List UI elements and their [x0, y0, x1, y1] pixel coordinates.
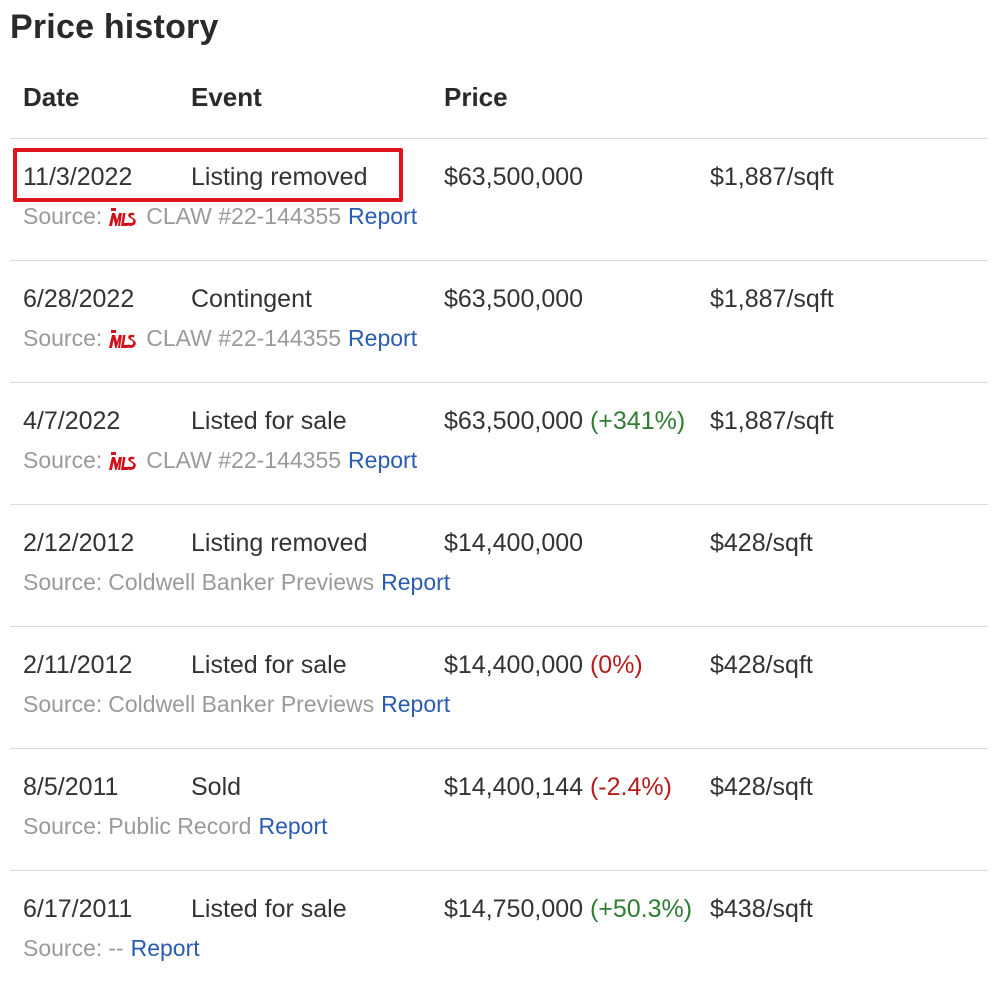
- source-name: Public Record: [108, 813, 252, 839]
- source-prefix: Source:: [23, 813, 103, 839]
- table-row: 2/11/2012 Listed for sale $14,400,000 (0…: [10, 627, 988, 749]
- source-prefix: Source:: [23, 203, 103, 229]
- report-link[interactable]: Report: [381, 569, 450, 596]
- source-prefix: Source:: [23, 935, 103, 961]
- report-link[interactable]: Report: [381, 691, 450, 718]
- row-price-value: $14,750,000: [444, 895, 584, 923]
- row-source: Source: CLAW #22-144355 Report: [23, 325, 417, 352]
- page-title: Price history: [10, 8, 219, 46]
- mls-icon: [108, 206, 137, 228]
- row-price: $14,400,000: [444, 529, 583, 558]
- row-price-change: (0%): [583, 651, 643, 679]
- row-date: 6/17/2011: [23, 895, 133, 923]
- report-link[interactable]: Report: [131, 935, 200, 962]
- source-name: Coldwell Banker Previews: [108, 691, 375, 717]
- row-price-per-sqft: $1,887/sqft: [710, 285, 834, 313]
- row-price-per-sqft: $428/sqft: [710, 773, 813, 801]
- header-event: Event: [191, 82, 262, 112]
- row-price-change: (+50.3%): [583, 895, 693, 923]
- row-source: Source: Coldwell Banker Previews Report: [23, 569, 450, 596]
- row-date: 2/12/2012: [23, 529, 135, 557]
- mls-icon: [108, 328, 137, 350]
- source-name: CLAW #22-144355: [146, 325, 342, 351]
- row-date: 4/7/2022: [23, 407, 121, 435]
- source-prefix: Source:: [23, 691, 103, 717]
- row-price: $63,500,000: [444, 285, 583, 314]
- header-price: Price: [444, 82, 508, 112]
- row-price-value: $63,500,000: [444, 407, 584, 435]
- row-price-value: $14,400,000: [444, 529, 584, 557]
- row-event: Listed for sale: [191, 895, 347, 923]
- table-row: 6/17/2011 Listed for sale $14,750,000 (+…: [10, 871, 988, 981]
- report-link[interactable]: Report: [348, 325, 417, 352]
- row-price-per-sqft: $1,887/sqft: [710, 163, 834, 191]
- row-event: Listed for sale: [191, 651, 347, 679]
- mls-icon: [108, 450, 137, 472]
- row-source: Source: Public Record Report: [23, 813, 328, 840]
- row-price-change: (+341%): [583, 407, 686, 435]
- row-price-value: $63,500,000: [444, 163, 584, 191]
- row-price: $14,750,000 (+50.3%): [444, 895, 692, 924]
- row-price-change: (-2.4%): [583, 773, 672, 801]
- table-body: 11/3/2022 Listing removed $63,500,000 $1…: [10, 139, 988, 981]
- row-price: $63,500,000: [444, 163, 583, 192]
- source-name: CLAW #22-144355: [146, 203, 342, 229]
- row-price-value: $63,500,000: [444, 285, 584, 313]
- price-history-table: Date Event Price 11/3/2022 Listing remov…: [10, 62, 988, 981]
- table-row: 8/5/2011 Sold $14,400,144 (-2.4%) $428/s…: [10, 749, 988, 871]
- report-link[interactable]: Report: [348, 447, 417, 474]
- row-price: $14,400,144 (-2.4%): [444, 773, 672, 802]
- source-prefix: Source:: [23, 325, 103, 351]
- row-price: $14,400,000 (0%): [444, 651, 643, 680]
- row-date: 11/3/2022: [23, 163, 133, 191]
- row-source: Source: Coldwell Banker Previews Report: [23, 691, 450, 718]
- row-event: Sold: [191, 773, 242, 801]
- row-price-value: $14,400,144: [444, 773, 584, 801]
- row-price-per-sqft: $438/sqft: [710, 895, 813, 923]
- source-prefix: Source:: [23, 569, 103, 595]
- row-source: Source: CLAW #22-144355 Report: [23, 203, 417, 230]
- source-name: --: [108, 935, 124, 961]
- row-source: Source: -- Report: [23, 935, 200, 962]
- row-price: $63,500,000 (+341%): [444, 407, 685, 436]
- row-event: Listing removed: [191, 163, 368, 191]
- source-name: Coldwell Banker Previews: [108, 569, 375, 595]
- row-event: Contingent: [191, 285, 312, 313]
- table-row: 11/3/2022 Listing removed $63,500,000 $1…: [10, 139, 988, 261]
- row-price-value: $14,400,000: [444, 651, 584, 679]
- row-date: 8/5/2011: [23, 773, 119, 801]
- header-date: Date: [23, 82, 80, 112]
- table-header: Date Event Price: [10, 62, 988, 139]
- report-link[interactable]: Report: [258, 813, 327, 840]
- row-date: 2/11/2012: [23, 651, 133, 679]
- row-price-per-sqft: $428/sqft: [710, 651, 813, 679]
- table-row: 6/28/2022 Contingent $63,500,000 $1,887/…: [10, 261, 988, 383]
- source-name: CLAW #22-144355: [146, 447, 342, 473]
- source-prefix: Source:: [23, 447, 103, 473]
- report-link[interactable]: Report: [348, 203, 417, 230]
- row-price-per-sqft: $428/sqft: [710, 529, 813, 557]
- row-date: 6/28/2022: [23, 285, 135, 313]
- row-event: Listed for sale: [191, 407, 347, 435]
- row-source: Source: CLAW #22-144355 Report: [23, 447, 417, 474]
- row-event: Listing removed: [191, 529, 368, 557]
- row-price-per-sqft: $1,887/sqft: [710, 407, 834, 435]
- table-row: 2/12/2012 Listing removed $14,400,000 $4…: [10, 505, 988, 627]
- table-row: 4/7/2022 Listed for sale $63,500,000 (+3…: [10, 383, 988, 505]
